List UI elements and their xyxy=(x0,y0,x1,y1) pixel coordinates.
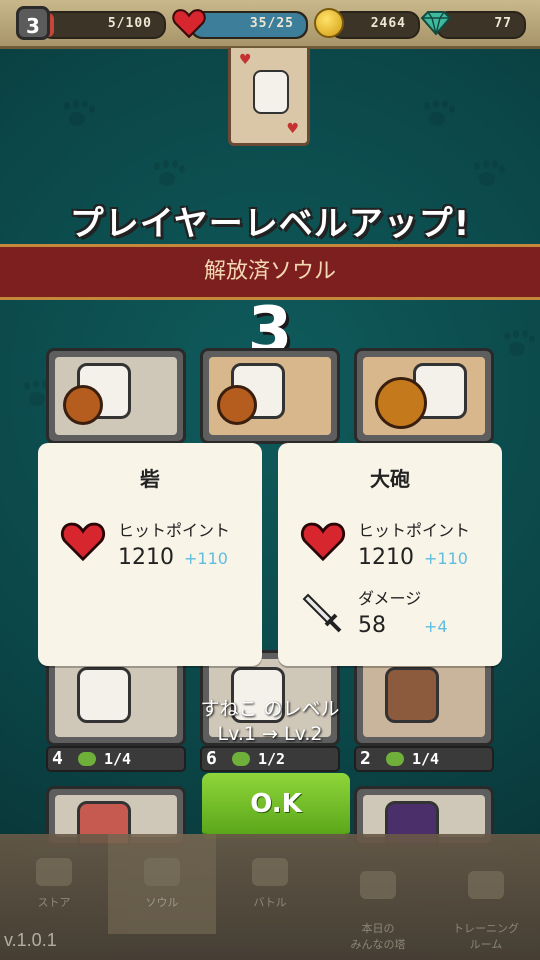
unit-level: 6 xyxy=(206,748,217,769)
soul-icon xyxy=(144,858,180,886)
swords-icon xyxy=(252,858,288,886)
unit-level-bar: 6 1/2 xyxy=(200,746,340,772)
ok-button[interactable]: O.K xyxy=(202,773,350,839)
heart-icon xyxy=(172,9,206,39)
unit-level: 2 xyxy=(360,748,371,769)
paw-print-decoration xyxy=(60,100,94,130)
unit-name: 砦 xyxy=(140,467,160,491)
tab-daily-tower[interactable]: 本日の みんなの塔 xyxy=(324,834,432,951)
stat-popup-fort: 砦 ヒットポイント 1210 +110 xyxy=(38,443,262,666)
paw-print-decoration xyxy=(150,160,184,190)
tab-label: トレーニング ルーム xyxy=(453,922,519,951)
heart-icon xyxy=(300,522,346,562)
hp-increase: +110 xyxy=(424,549,468,568)
tab-label: ソウル xyxy=(145,896,179,909)
level-up-title: プレイヤーレベルアップ! xyxy=(69,204,471,244)
gem-icon xyxy=(420,11,452,36)
soul-dot-icon xyxy=(78,752,96,766)
shield-icon xyxy=(63,385,103,425)
stat-popup-cannon: 大砲 ヒットポイント 1210 +110 ダメージ 58 +4 xyxy=(278,443,502,666)
paw-print-decoration xyxy=(420,100,454,130)
heart-suit-icon: ♥ xyxy=(239,52,252,68)
shield-icon xyxy=(217,385,257,425)
coin-icon xyxy=(314,8,344,38)
store-icon xyxy=(36,858,72,886)
unit-soul-count: 1/4 xyxy=(412,750,440,768)
damage-label: ダメージ xyxy=(358,589,422,608)
level-change-values: Lv.1 → Lv.2 xyxy=(217,723,323,745)
version-label: v.1.0.1 xyxy=(4,930,57,950)
exp-value: 5/100 xyxy=(107,16,152,31)
level-change-unit: すねこ のレベル xyxy=(200,698,340,720)
damage-increase: +4 xyxy=(424,617,448,636)
tab-store[interactable]: ストア xyxy=(0,834,108,934)
tab-battle[interactable]: バトル xyxy=(216,834,324,934)
exp-bar: 5/100 xyxy=(40,11,166,39)
tower-icon xyxy=(360,871,396,899)
unit-soul-count: 1/4 xyxy=(104,750,132,768)
unit-level-bar: 2 1/4 xyxy=(354,746,494,772)
unit-soul-count: 1/2 xyxy=(258,750,286,768)
shield-icon xyxy=(375,377,427,429)
hp-label: ヒットポイント xyxy=(118,521,231,540)
unit-name: 大砲 xyxy=(370,467,410,491)
tab-label: ストア xyxy=(37,896,71,909)
cat-sprite xyxy=(253,70,289,114)
gem-value: 77 xyxy=(494,16,512,31)
tab-label: 本日の みんなの塔 xyxy=(350,922,406,951)
coin-value: 2464 xyxy=(370,16,406,31)
unit-level: 4 xyxy=(52,748,63,769)
paw-print-decoration xyxy=(470,160,504,190)
dumbbell-icon xyxy=(468,871,504,899)
heart-icon xyxy=(60,522,106,562)
level-change-text: すねこ のレベル Lv.1 → Lv.2 xyxy=(0,697,540,747)
player-level-badge[interactable]: 3 xyxy=(16,6,50,40)
unit-card xyxy=(46,348,186,444)
bottom-tab-bar: ストア ソウル バトル 本日の みんなの塔 トレーニング ルーム xyxy=(0,834,540,960)
tab-label: バトル xyxy=(253,896,287,909)
damage-value: 58 xyxy=(358,613,386,638)
soul-card-preview: ♥ ♥ xyxy=(228,48,310,146)
tab-training-room[interactable]: トレーニング ルーム xyxy=(432,834,540,951)
stamina-value: 35/25 xyxy=(249,16,294,31)
hp-increase: +110 xyxy=(184,549,228,568)
unlocked-souls-banner: 解放済ソウル xyxy=(0,244,540,300)
unit-level-bar: 4 1/4 xyxy=(46,746,186,772)
hp-value: 1210 xyxy=(358,545,414,570)
stamina-bar: 35/25 xyxy=(190,11,308,39)
tab-soul[interactable]: ソウル xyxy=(108,834,216,934)
unit-card xyxy=(200,348,340,444)
soul-dot-icon xyxy=(386,752,404,766)
hp-label: ヒットポイント xyxy=(358,521,471,540)
sword-icon xyxy=(302,593,342,633)
soul-dot-icon xyxy=(232,752,250,766)
heart-suit-icon: ♥ xyxy=(286,121,299,137)
top-hud: 5/100 3 35/25 2464 77 xyxy=(0,0,540,49)
unit-card xyxy=(354,348,494,444)
banner-label: 解放済ソウル xyxy=(203,259,336,284)
hp-value: 1210 xyxy=(118,545,174,570)
